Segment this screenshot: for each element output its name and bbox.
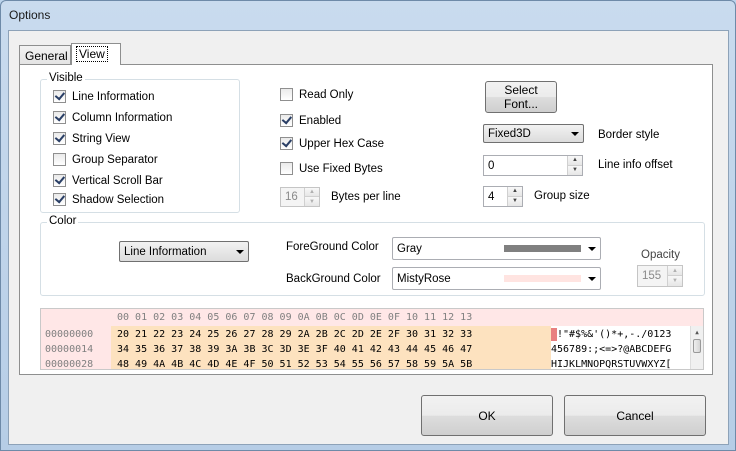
enabled-checkbox[interactable]: Enabled — [280, 114, 341, 127]
bytes-per-line-stepper[interactable]: 16 ▲ ▼ — [280, 187, 320, 207]
tab-general[interactable]: General — [19, 45, 71, 65]
stepper-buttons: ▲ ▼ — [567, 156, 582, 175]
checkbox-checked-icon — [53, 111, 66, 124]
ok-button[interactable]: OK — [421, 395, 553, 436]
opacity-label: Opacity — [641, 249, 680, 261]
row-address: 00000014 — [45, 344, 94, 355]
row-bytes[interactable]: 34 35 36 37 38 39 3A 3B 3C 3D 3E 3F 40 4… — [117, 344, 472, 355]
group-size-value: 4 — [488, 190, 495, 203]
bytes-per-line-label: Bytes per line — [331, 191, 401, 203]
line-info-offset-value: 0 — [488, 159, 495, 172]
stepper-buttons: ▲ ▼ — [667, 266, 682, 286]
upper-hex-case-checkbox[interactable]: Upper Hex Case — [280, 137, 384, 150]
checkbox-unchecked-icon — [53, 153, 66, 166]
scroll-thumb[interactable] — [693, 339, 701, 353]
checkbox-label: Column Information — [72, 111, 173, 124]
color-target-value: Line Information — [124, 245, 207, 258]
vertical-scrollbar[interactable]: ▲ — [690, 326, 703, 369]
checkbox-checked-icon — [280, 114, 293, 127]
row-ascii[interactable]: !"#$%&'()*+,-./0123 — [557, 329, 671, 340]
bytes-per-line-value: 16 — [285, 191, 298, 203]
opacity-value: 155 — [642, 270, 662, 282]
spin-up-icon[interactable]: ▲ — [305, 188, 319, 197]
opacity-stepper[interactable]: 155 ▲ ▼ — [637, 265, 683, 287]
use-fixed-bytes-checkbox[interactable]: Use Fixed Bytes — [280, 162, 383, 175]
line-information-checkbox[interactable]: Line Information — [53, 90, 154, 103]
spin-down-icon[interactable]: ▼ — [668, 276, 682, 286]
border-style-label: Border style — [598, 129, 660, 141]
background-color-swatch — [504, 275, 581, 282]
spin-up-icon[interactable]: ▲ — [508, 187, 522, 197]
window-title: Options — [9, 8, 51, 22]
tab-view-label: View — [76, 46, 108, 62]
cancel-button[interactable]: Cancel — [564, 395, 706, 436]
checkbox-label: String View — [72, 132, 130, 145]
checkbox-label: Line Information — [72, 90, 155, 103]
foreground-color-label: ForeGround Color — [286, 241, 379, 253]
color-target-dropdown[interactable]: Line Information — [119, 241, 249, 262]
stepper-buttons: ▲ ▼ — [507, 187, 522, 206]
chevron-down-icon — [236, 249, 244, 254]
chevron-down-icon — [571, 131, 579, 136]
read-only-checkbox[interactable]: Read Only — [280, 88, 353, 101]
foreground-color-swatch — [504, 245, 581, 252]
hex-preview[interactable]: 00 01 02 03 04 05 06 07 08 09 0A 0B 0C 0… — [40, 308, 704, 370]
row-address: 00000000 — [45, 329, 94, 340]
row-ascii[interactable]: HIJKLMNOPQRSTUVWXYZ[ — [551, 359, 671, 369]
stepper-buttons: ▲ ▼ — [304, 188, 319, 206]
checkbox-unchecked-icon — [280, 88, 293, 101]
checkbox-checked-icon — [53, 90, 66, 103]
checkbox-label: Enabled — [299, 114, 342, 127]
checkbox-checked-icon — [53, 193, 66, 206]
shadow-selection-checkbox[interactable]: Shadow Selection — [53, 193, 164, 206]
group-size-stepper[interactable]: 4 ▲ ▼ — [483, 186, 523, 207]
border-style-value: Fixed3D — [488, 127, 531, 140]
row-ascii[interactable]: 456789:;<=>?@ABCDEFG — [551, 344, 671, 355]
row-bytes[interactable]: 48 49 4A 4B 4C 4D 4E 4F 50 51 52 53 54 5… — [117, 359, 472, 369]
checkbox-label: Use Fixed Bytes — [299, 162, 383, 175]
scroll-up-icon[interactable]: ▲ — [691, 326, 703, 338]
column-header: 00 01 02 03 04 05 06 07 08 09 0A 0B 0C 0… — [117, 312, 473, 323]
line-info-offset-stepper[interactable]: 0 ▲ ▼ — [483, 155, 583, 176]
background-color-value: MistyRose — [397, 272, 451, 285]
spin-down-icon[interactable]: ▼ — [508, 196, 522, 206]
spin-down-icon[interactable]: ▼ — [305, 197, 319, 206]
row-bytes[interactable]: 20 21 22 23 24 25 26 27 28 29 2A 2B 2C 2… — [117, 329, 472, 340]
checkbox-label: Group Separator — [72, 153, 158, 166]
checkbox-label: Read Only — [299, 88, 354, 101]
checkbox-checked-icon — [53, 174, 66, 187]
chevron-down-icon — [588, 246, 596, 251]
group-size-label: Group size — [534, 190, 590, 202]
spin-up-icon[interactable]: ▲ — [568, 156, 582, 166]
tab-general-label: General — [25, 49, 68, 63]
spin-up-icon[interactable]: ▲ — [668, 266, 682, 276]
color-group-title: Color — [47, 215, 79, 227]
chevron-down-icon — [588, 276, 596, 281]
tab-view[interactable]: View — [71, 43, 121, 65]
checkbox-label: Upper Hex Case — [299, 137, 385, 150]
string-view-checkbox[interactable]: String View — [53, 132, 130, 145]
vertical-scroll-bar-checkbox[interactable]: Vertical Scroll Bar — [53, 174, 163, 187]
checkbox-checked-icon — [53, 132, 66, 145]
border-style-dropdown[interactable]: Fixed3D — [483, 124, 584, 143]
foreground-color-value: Gray — [397, 242, 422, 255]
spin-down-icon[interactable]: ▼ — [568, 165, 582, 175]
checkbox-label: Vertical Scroll Bar — [72, 174, 163, 187]
group-separator-checkbox[interactable]: Group Separator — [53, 153, 158, 166]
checkbox-checked-icon — [280, 137, 293, 150]
checkbox-unchecked-icon — [280, 162, 293, 175]
select-font-button[interactable]: Select Font... — [485, 81, 557, 113]
background-color-label: BackGround Color — [286, 273, 381, 285]
line-info-offset-label: Line info offset — [598, 159, 673, 171]
row-address: 00000028 — [45, 359, 94, 370]
visible-group-title: Visible — [47, 72, 85, 84]
column-information-checkbox[interactable]: Column Information — [53, 111, 172, 124]
checkbox-label: Shadow Selection — [72, 193, 165, 206]
